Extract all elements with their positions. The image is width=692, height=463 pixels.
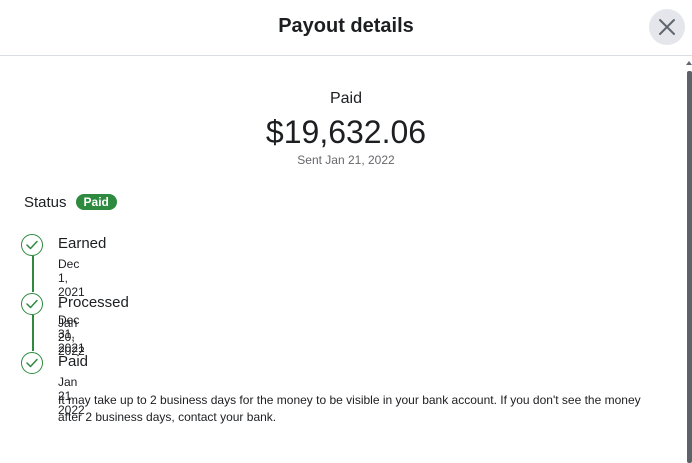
step-processed-date: Jan 20, 2022 <box>58 316 85 358</box>
payout-status-text: Paid <box>329 90 363 107</box>
status-badge: Paid <box>75 194 117 210</box>
step-paid-title: Paid <box>58 353 89 370</box>
payout-details-dialog: Payout details Paid $19,632.06 Sent Jan … <box>0 0 692 463</box>
scroll-up-arrow-icon[interactable] <box>686 61 692 65</box>
dialog-header: Payout details <box>0 0 692 56</box>
dialog-title: Payout details <box>278 15 414 37</box>
status-label: Status <box>24 193 67 211</box>
payout-summary: Paid $19,632.06 Sent Jan 21, 2022 <box>0 88 692 168</box>
step-earned-check-icon <box>21 234 43 256</box>
close-button[interactable] <box>649 9 685 45</box>
timeline-connector <box>32 315 34 351</box>
step-paid-check-icon <box>21 352 43 374</box>
close-icon <box>659 19 675 35</box>
step-processed-title: Processed <box>58 294 129 311</box>
step-paid-note: It may take up to 2 business days for th… <box>58 393 641 424</box>
step-processed-check-icon <box>21 293 43 315</box>
payout-amount: $19,632.06 <box>265 114 427 150</box>
timeline-connector <box>32 256 34 292</box>
step-earned-title: Earned <box>58 235 107 252</box>
status-row: Status Paid <box>24 192 117 212</box>
payout-sent-date: Sent Jan 21, 2022 <box>297 153 395 167</box>
